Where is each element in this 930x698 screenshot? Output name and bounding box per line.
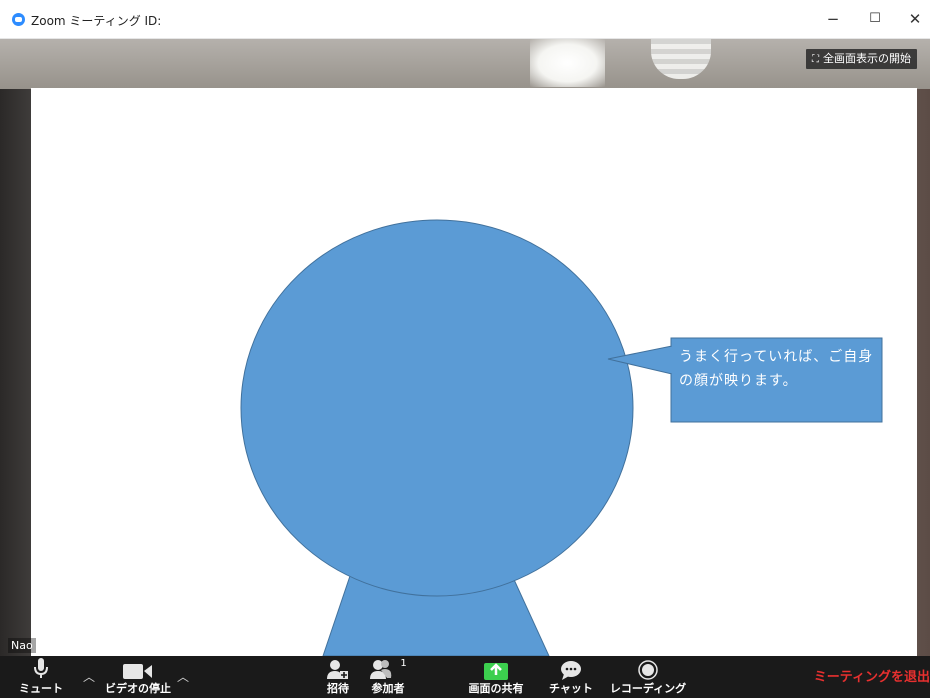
share-screen-icon bbox=[456, 656, 536, 680]
stop-video-label: ビデオの停止 bbox=[105, 682, 171, 695]
title-bar: Zoom ミーティング ID: − ☐ ✕ bbox=[0, 0, 930, 39]
audio-options-chevron-up-icon[interactable]: ︿ bbox=[82, 668, 96, 684]
participants-button[interactable]: 1 参加者 bbox=[358, 656, 418, 698]
participants-icon: 1 bbox=[358, 656, 418, 680]
microphone-icon bbox=[16, 656, 66, 680]
callout-text: うまく行っていれば、ご自身の顔が映ります。 bbox=[679, 349, 874, 389]
ceiling bbox=[0, 39, 930, 89]
chat-bubble-icon bbox=[546, 656, 596, 680]
share-screen-button[interactable]: 画面の共有 bbox=[456, 656, 536, 698]
record-button[interactable]: レコーディング bbox=[606, 656, 690, 698]
shared-slide: うまく行っていれば、ご自身の顔が映ります。 bbox=[31, 88, 917, 656]
participant-name-label: Nao bbox=[8, 638, 36, 653]
participant-count: 1 bbox=[400, 658, 407, 669]
share-screen-label: 画面の共有 bbox=[468, 682, 524, 695]
expand-icon: ⛶ bbox=[812, 54, 819, 65]
leave-meeting-button[interactable]: ミーティングを退出 bbox=[814, 666, 930, 685]
video-camera-icon bbox=[98, 656, 178, 680]
fullscreen-label: 全画面表示の開始 bbox=[823, 52, 911, 65]
participants-label: 参加者 bbox=[371, 682, 405, 695]
invite-button[interactable]: 招待 bbox=[318, 656, 358, 698]
record-label: レコーディング bbox=[609, 682, 687, 695]
mute-label: ミュート bbox=[19, 682, 63, 695]
fullscreen-button[interactable]: ⛶ 全画面表示の開始 bbox=[806, 49, 917, 69]
slide-canvas: うまく行っていれば、ご自身の顔が映ります。 bbox=[240, 219, 883, 656]
chat-button[interactable]: チャット bbox=[546, 656, 596, 698]
callout-text-box: うまく行っていれば、ご自身の顔が映ります。 bbox=[679, 349, 874, 389]
video-options-chevron-up-icon[interactable]: ︿ bbox=[176, 668, 190, 684]
close-button[interactable]: ✕ bbox=[900, 6, 930, 32]
mute-button[interactable]: ミュート bbox=[16, 656, 66, 698]
ceiling-light bbox=[530, 39, 605, 87]
window-title: Zoom ミーティング ID: bbox=[31, 14, 162, 28]
stop-video-button[interactable]: ビデオの停止 bbox=[98, 656, 178, 698]
video-area: ⛶ 全画面表示の開始 うまく行っていれば、ご自身の顔が映ります。 Nao bbox=[0, 39, 930, 656]
chat-label: チャット bbox=[549, 682, 593, 695]
meeting-toolbar: ミュート ︿ ビデオの停止 ︿ 招待 1 参加者 画面の共有 チャット レコーデ… bbox=[0, 656, 930, 698]
zoom-logo-icon bbox=[12, 13, 25, 26]
minimize-button[interactable]: − bbox=[818, 6, 848, 32]
head-shape bbox=[240, 219, 634, 597]
invite-label: 招待 bbox=[327, 682, 349, 695]
record-icon bbox=[606, 656, 690, 680]
maximize-button[interactable]: ☐ bbox=[860, 6, 890, 32]
invite-user-icon bbox=[318, 656, 358, 680]
